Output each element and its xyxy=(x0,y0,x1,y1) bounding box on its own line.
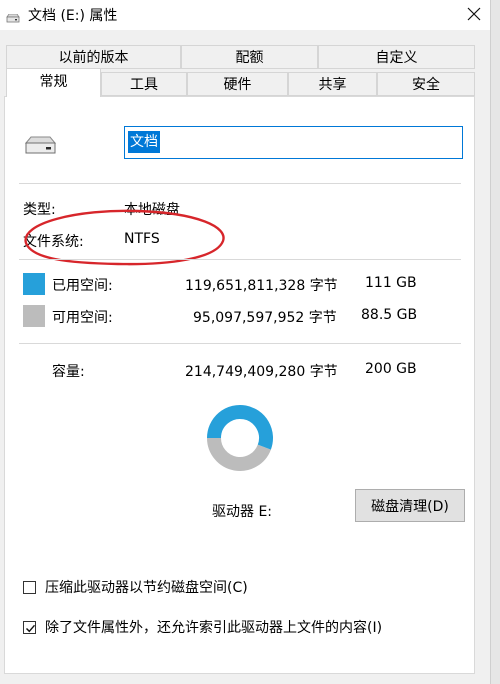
window-title: 文档 (E:) 属性 xyxy=(28,8,118,24)
drive-letter-label: 驱动器 E: xyxy=(212,504,273,520)
disk-cleanup-button[interactable]: 磁盘清理(D) xyxy=(355,489,465,522)
used-space-bytes: 119,651,811,328 字节 xyxy=(185,278,338,294)
index-checkbox[interactable] xyxy=(23,621,36,634)
index-label: 除了文件属性外，还允许索引此驱动器上文件的内容(I) xyxy=(45,620,383,636)
close-button[interactable] xyxy=(458,0,490,28)
used-space-size: 111 GB xyxy=(365,275,417,291)
compress-label: 压缩此驱动器以节约磁盘空间(C) xyxy=(45,580,248,596)
drive-name-input[interactable]: 文档 xyxy=(124,126,463,159)
used-space-label: 已用空间: xyxy=(52,278,113,294)
tab-general[interactable]: 常规 xyxy=(6,68,101,97)
usage-donut-chart xyxy=(200,393,280,487)
used-space-arc xyxy=(207,405,273,450)
free-space-size: 88.5 GB xyxy=(361,307,418,323)
capacity-bytes: 214,749,409,280 字节 xyxy=(185,364,338,380)
compress-checkbox[interactable] xyxy=(23,581,36,594)
properties-window: 文档 (E:) 属性 以前的版本 配额 自定义 常规 工具 硬件 共享 安全 文… xyxy=(0,0,491,684)
divider xyxy=(19,259,461,260)
divider xyxy=(19,343,461,344)
tab-previous-versions[interactable]: 以前的版本 xyxy=(6,45,181,69)
free-space-label: 可用空间: xyxy=(52,310,113,326)
free-space-swatch xyxy=(23,305,45,327)
tab-tools[interactable]: 工具 xyxy=(101,72,187,96)
background-window-edge xyxy=(491,0,500,684)
tab-security[interactable]: 安全 xyxy=(377,72,475,96)
capacity-label: 容量: xyxy=(52,364,85,380)
tab-sharing[interactable]: 共享 xyxy=(288,72,377,96)
general-panel: 文档 类型: 本地磁盘 文件系统: NTFS 已用空间: 119,651,811… xyxy=(4,96,475,674)
tab-quota[interactable]: 配额 xyxy=(181,45,318,69)
capacity-size: 200 GB xyxy=(365,361,417,377)
checkmark-icon xyxy=(26,624,36,633)
title-bar: 文档 (E:) 属性 xyxy=(0,0,490,30)
drive-icon xyxy=(6,9,20,23)
tab-customize[interactable]: 自定义 xyxy=(318,45,475,69)
drive-name-value: 文档 xyxy=(128,131,160,153)
divider xyxy=(19,183,461,184)
red-circle-annotation xyxy=(18,205,228,273)
free-space-bytes: 95,097,597,952 字节 xyxy=(193,310,337,326)
drive-icon xyxy=(23,135,57,161)
free-space-arc xyxy=(207,437,271,471)
close-icon xyxy=(467,7,481,21)
used-space-swatch xyxy=(23,273,45,295)
tab-hardware[interactable]: 硬件 xyxy=(187,72,288,96)
